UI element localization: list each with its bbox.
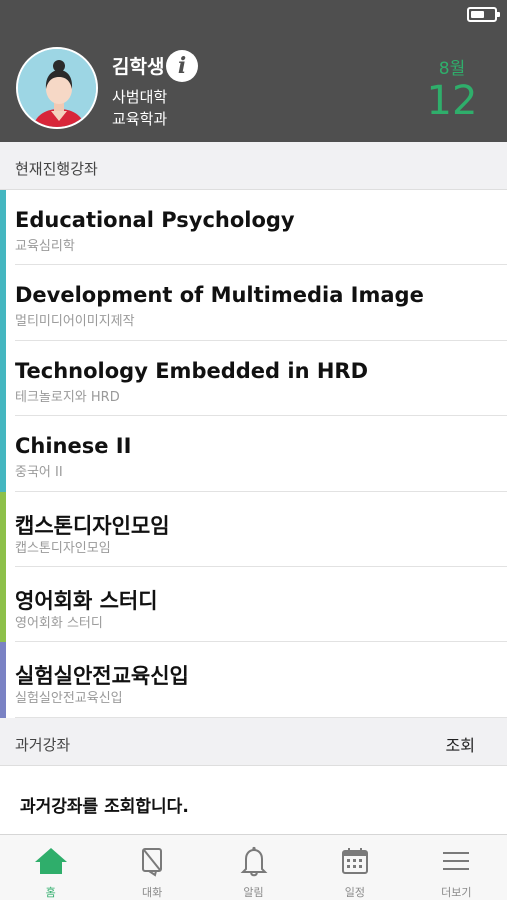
course-title: Technology Embedded in HRD — [15, 358, 369, 383]
battery-level — [471, 11, 484, 18]
current-courses-title: 현재진행강좌 — [15, 160, 98, 178]
tab-chat[interactable]: 대화 — [101, 835, 202, 900]
calendar-icon — [338, 845, 372, 877]
past-courses-body[interactable]: 과거강좌를 조회합니다. — [0, 766, 507, 834]
home-icon — [34, 845, 68, 877]
date-day: 12 — [426, 78, 478, 124]
course-color-bar — [0, 265, 6, 341]
chat-icon — [135, 845, 169, 877]
tab-menu[interactable]: 더보기 — [406, 835, 507, 900]
user-college: 사범대학 — [112, 88, 168, 106]
course-subtitle: 중국어 II — [15, 465, 63, 481]
course-subtitle: 실험실안전교육신입 — [15, 691, 123, 707]
course-row[interactable]: 실험실안전교육신입 실험실안전교육신입 — [0, 642, 507, 718]
course-row[interactable]: Development of Multimedia Image 멀티미디어이미지제… — [0, 265, 507, 341]
course-color-bar — [0, 642, 6, 718]
tab-label: 홈 — [45, 886, 56, 899]
past-courses-message: 과거강좌를 조회합니다. — [20, 797, 189, 817]
past-courses-view-button[interactable]: 조회 — [446, 732, 475, 756]
bell-icon — [237, 845, 271, 877]
course-title: 영어회화 스터디 — [15, 588, 158, 613]
course-title: 캡스톤디자인모임 — [15, 513, 170, 538]
course-subtitle: 캡스톤디자인모임 — [15, 540, 111, 556]
course-row[interactable]: 캡스톤디자인모임 캡스톤디자인모임 — [0, 491, 507, 567]
course-subtitle: 교육심리학 — [15, 239, 75, 254]
course-color-bar — [0, 416, 6, 492]
avatar[interactable] — [16, 47, 98, 129]
user-name: 김학생 — [112, 56, 165, 78]
current-courses-header: 현재진행강좌 — [0, 142, 507, 190]
person-avatar-icon — [18, 49, 96, 127]
date-month: 8월 — [438, 59, 466, 79]
course-title: Educational Psychology — [15, 208, 295, 232]
course-subtitle: 멀티미디어이미지제작 — [15, 314, 135, 330]
profile-header: 김학생 i 사범대학 교육학과 8월 12 — [0, 0, 507, 142]
course-row[interactable]: Technology Embedded in HRD 테크놀로지와 HRD — [0, 340, 507, 417]
course-color-bar — [0, 340, 6, 417]
course-color-bar — [0, 566, 6, 643]
tab-label: 대화 — [141, 886, 163, 899]
tab-home[interactable]: 홈 — [0, 835, 101, 900]
course-title: Development of Multimedia Image — [15, 283, 424, 308]
tab-bar: 홈 대화 알림 일정 더보기 — [0, 834, 507, 900]
tab-label: 일정 — [344, 886, 366, 899]
past-courses-title: 과거강좌 — [15, 736, 71, 754]
course-title: 실험실안전교육신입 — [15, 664, 189, 689]
course-color-bar — [0, 190, 6, 266]
course-list: Educational Psychology 교육심리학 Development o… — [0, 190, 507, 718]
tab-label: 더보기 — [441, 886, 472, 899]
course-row[interactable]: 영어회화 스터디 영어회화 스터디 — [0, 566, 507, 643]
user-department: 교육학과 — [112, 110, 168, 128]
course-subtitle: 영어회화 스터디 — [15, 615, 103, 631]
battery-icon — [467, 7, 500, 22]
tab-calendar[interactable]: 일정 — [304, 835, 405, 900]
course-subtitle: 테크놀로지와 HRD — [15, 389, 120, 405]
course-row[interactable]: Educational Psychology 교육심리학 — [0, 190, 507, 266]
course-color-bar — [0, 491, 6, 567]
course-row[interactable]: Chinese II 중국어 II — [0, 416, 507, 492]
past-courses-header: 과거강좌 조회 — [0, 718, 507, 766]
menu-icon — [439, 845, 473, 877]
course-title: Chinese II — [15, 434, 132, 459]
info-icon[interactable]: i — [166, 50, 198, 82]
tab-bell[interactable]: 알림 — [203, 835, 304, 900]
tab-label: 알림 — [243, 886, 264, 899]
